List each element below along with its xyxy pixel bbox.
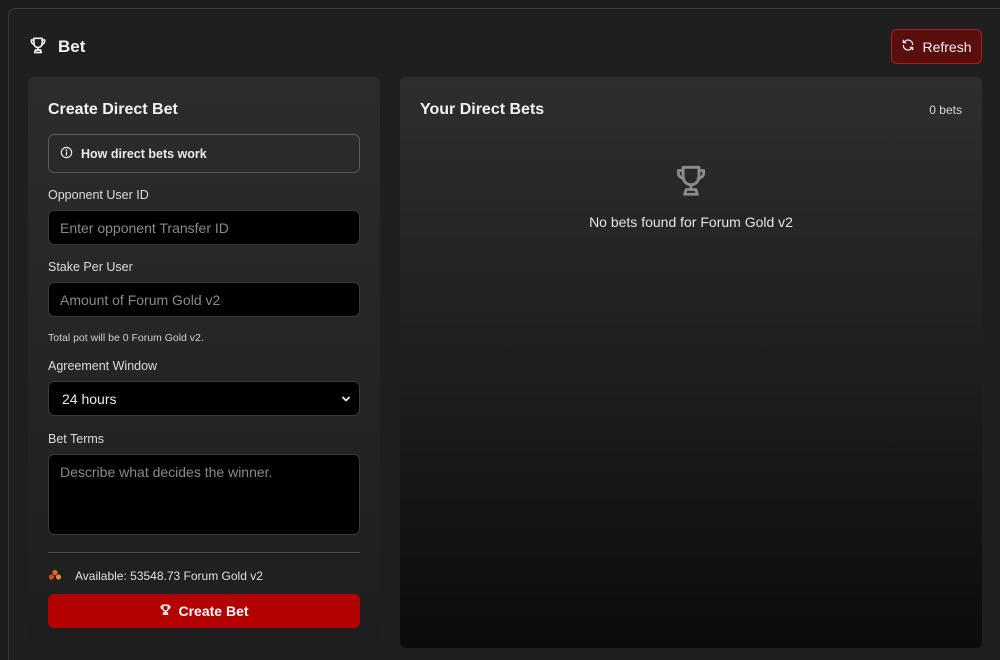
pot-hint: Total pot will be 0 Forum Gold v2.: [48, 332, 204, 344]
agreement-window-select[interactable]: 24 hours: [48, 381, 360, 416]
how-bets-work-toggle[interactable]: How direct bets work: [48, 134, 360, 173]
refresh-icon: [901, 38, 915, 55]
chevron-down-icon: [341, 391, 351, 407]
create-bet-panel: Create Direct Bet How direct bets work O…: [28, 77, 380, 648]
create-bet-title: Create Direct Bet: [48, 101, 178, 118]
trophy-icon: [28, 35, 48, 60]
divider: [48, 552, 360, 553]
stake-input[interactable]: [48, 282, 360, 317]
available-balance: Available: 53548.73 Forum Gold v2: [48, 569, 263, 583]
refresh-button[interactable]: Refresh: [891, 29, 982, 64]
opponent-id-label: Opponent User ID: [48, 188, 149, 202]
coins-icon: [48, 569, 62, 584]
agreement-window-label: Agreement Window: [48, 359, 158, 373]
page-title: Bet: [58, 37, 86, 56]
page-header: Bet: [28, 36, 85, 58]
available-balance-text: Available: 53548.73 Forum Gold v2: [75, 569, 263, 583]
agreement-window-value: 24 hours: [62, 390, 117, 407]
bet-terms-textarea[interactable]: [48, 454, 360, 535]
empty-state-text: No bets found for Forum Gold v2: [589, 214, 793, 230]
opponent-id-input[interactable]: [48, 210, 360, 245]
empty-state: No bets found for Forum Gold v2: [400, 161, 982, 230]
refresh-button-label: Refresh: [922, 38, 972, 55]
direct-bets-panel: Your Direct Bets 0 bets No bets found fo…: [400, 77, 982, 648]
info-circle-icon: [60, 146, 73, 162]
bet-count: 0 bets: [929, 103, 962, 117]
direct-bets-title: Your Direct Bets: [420, 101, 545, 118]
bet-terms-label: Bet Terms: [48, 432, 105, 446]
how-bets-work-label: How direct bets work: [81, 146, 207, 161]
trophy-icon: [159, 603, 172, 619]
create-bet-button[interactable]: Create Bet: [48, 594, 360, 628]
stake-label: Stake Per User: [48, 260, 133, 274]
create-bet-button-label: Create Bet: [178, 603, 249, 619]
trophy-icon: [672, 161, 710, 204]
